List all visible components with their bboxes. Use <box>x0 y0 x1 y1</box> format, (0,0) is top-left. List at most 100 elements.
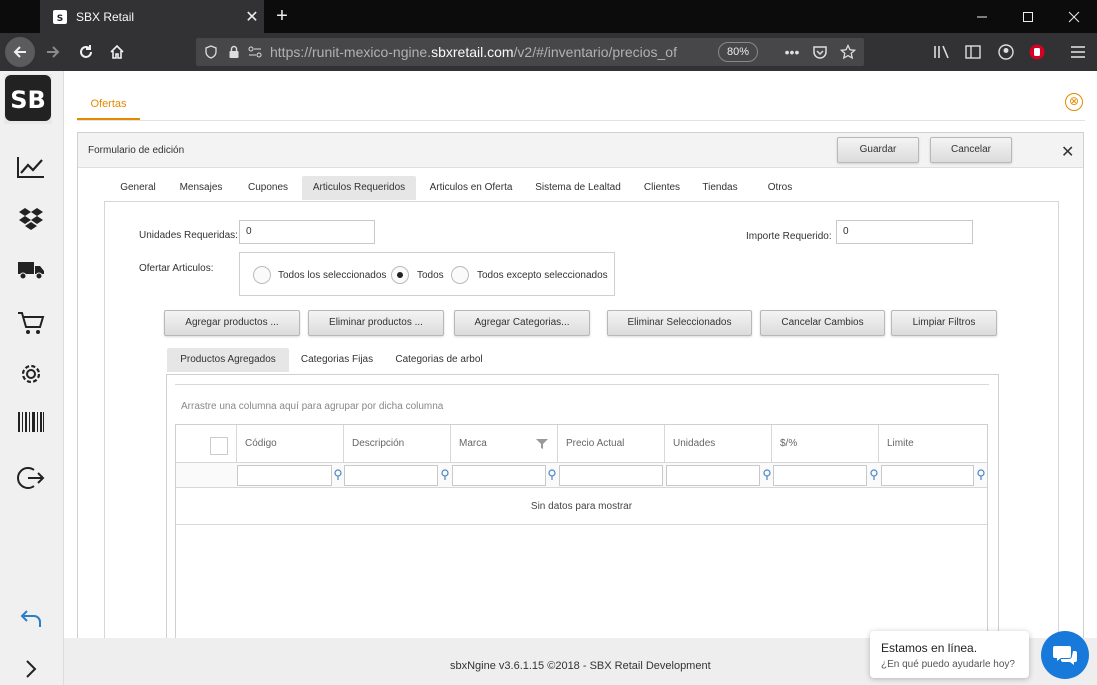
radio-all[interactable] <box>391 266 409 284</box>
subtab-categorias-fijas[interactable]: Categorias Fijas <box>297 348 377 372</box>
tab-articulos-oferta[interactable]: Articulos en Oferta <box>424 176 518 200</box>
settings-gear-icon[interactable] <box>15 358 47 390</box>
tab-articulos-requeridos[interactable]: Articulos Requeridos <box>302 176 416 200</box>
sbx-logo[interactable]: SB <box>4 74 52 124</box>
empty-grid-message: Sin datos para mostrar <box>176 488 987 525</box>
units-input[interactable]: 0 <box>239 220 375 244</box>
page-actions-icon[interactable]: ••• <box>782 42 802 62</box>
filter-input-unidades[interactable] <box>666 465 760 486</box>
subtab-categorias-arbol[interactable]: Categorias de arbol <box>389 348 489 372</box>
close-form-icon[interactable]: ✕ <box>1061 142 1074 162</box>
expand-chevron-icon[interactable] <box>15 653 47 685</box>
filter-input-precio-porcentaje[interactable] <box>773 465 867 486</box>
tab-clientes[interactable]: Clientes <box>638 176 686 200</box>
home-icon[interactable] <box>102 37 132 67</box>
edit-form-panel: Formulario de edición Guardar Cancelar ✕… <box>77 132 1084 654</box>
chat-button[interactable] <box>1041 631 1089 679</box>
column-header-unidades[interactable]: Unidades <box>665 425 772 462</box>
svg-text:SB: SB <box>10 86 46 114</box>
filter-input-precio-actual[interactable] <box>559 465 663 486</box>
logout-icon[interactable] <box>15 462 47 494</box>
pocket-icon[interactable] <box>810 42 830 62</box>
offer-label: Ofertar Articulos: <box>139 263 214 274</box>
bookmark-star-icon[interactable] <box>838 42 858 62</box>
filter-icon-descripcion[interactable] <box>441 469 449 481</box>
url-text[interactable]: https://runit-mexico-ngine.sbxretail.com… <box>270 44 710 60</box>
undo-arrow-icon[interactable] <box>15 603 47 635</box>
remove-products-button[interactable]: Eliminar productos ... <box>308 310 444 336</box>
filter-input-codigo[interactable] <box>237 465 332 486</box>
browser-tab[interactable]: S SBX Retail ✕ <box>40 0 264 33</box>
filter-icon-limite[interactable] <box>977 469 985 481</box>
minimize-icon[interactable] <box>959 0 1005 33</box>
column-filter-icon[interactable] <box>535 438 549 450</box>
filter-input-limite[interactable] <box>881 465 974 486</box>
add-products-button[interactable]: Agregar productos ... <box>164 310 300 336</box>
tab-sistema-lealtad[interactable]: Sistema de Lealtad <box>530 176 626 200</box>
column-header-precio-porcentaje[interactable]: $/% <box>772 425 879 462</box>
select-all-checkbox[interactable] <box>210 437 228 455</box>
shield-icon[interactable] <box>198 45 224 59</box>
maximize-icon[interactable] <box>1005 0 1051 33</box>
form-header: Formulario de edición Guardar Cancelar ✕ <box>78 133 1083 168</box>
radio-all-selected[interactable] <box>253 266 271 284</box>
shopping-cart-icon[interactable] <box>15 307 47 339</box>
chat-icon <box>1053 646 1077 665</box>
reload-icon[interactable] <box>71 37 101 67</box>
tab-tiendas[interactable]: Tiendas <box>696 176 744 200</box>
url-bar[interactable]: https://runit-mexico-ngine.sbxretail.com… <box>196 38 864 66</box>
tab-mensajes[interactable]: Mensajes <box>172 176 230 200</box>
library-icon[interactable] <box>932 42 952 62</box>
barcode-icon[interactable] <box>15 406 47 438</box>
lock-icon[interactable] <box>224 45 244 59</box>
units-label: Unidades Requeridas: <box>139 230 238 241</box>
extension-stop-icon[interactable] <box>1027 42 1047 62</box>
tab-cupones[interactable]: Cupones <box>239 176 297 200</box>
column-header-descripcion[interactable]: Descripción <box>344 425 451 462</box>
group-panel-hint[interactable]: Arrastre una columna aquí para agrupar p… <box>181 401 443 412</box>
clear-filters-button[interactable]: Limpiar Filtros <box>891 310 997 336</box>
filter-input-descripcion[interactable] <box>344 465 438 486</box>
radio-all-selected-label: Todos los seleccionados <box>278 270 387 281</box>
filter-icon-codigo[interactable] <box>334 469 342 481</box>
form-title: Formulario de edición <box>88 145 185 156</box>
column-header-precio-actual[interactable]: Precio Actual <box>558 425 665 462</box>
delivery-truck-icon[interactable] <box>15 254 47 286</box>
filter-icon-precio-porcentaje[interactable] <box>870 469 878 481</box>
filter-icon-marca[interactable] <box>548 469 556 481</box>
sidebar-toggle-icon[interactable] <box>963 42 983 62</box>
select-all-header <box>176 425 237 462</box>
column-header-marca-label: Marca <box>459 438 487 449</box>
tab-general[interactable]: General <box>114 176 162 200</box>
cancel-button[interactable]: Cancelar <box>930 137 1012 163</box>
forward-arrow-icon[interactable] <box>38 37 68 67</box>
amount-input[interactable]: 0 <box>836 220 973 244</box>
tab-close-icon[interactable]: ✕ <box>240 7 264 27</box>
remove-selected-button[interactable]: Eliminar Seleccionados <box>607 310 752 336</box>
column-header-limite[interactable]: Limite <box>879 425 987 462</box>
window-close-icon[interactable] <box>1051 0 1097 33</box>
chat-bubble[interactable]: Estamos en línea. ¿En qué puedo ayudarle… <box>870 631 1029 678</box>
tab-ofertas[interactable]: Ofertas <box>77 88 140 120</box>
new-tab-icon[interactable]: + <box>270 3 294 29</box>
analytics-chart-icon[interactable] <box>15 151 47 183</box>
radio-all-except[interactable] <box>451 266 469 284</box>
hamburger-menu-icon[interactable] <box>1068 42 1088 62</box>
zoom-level[interactable]: 80% <box>718 42 758 62</box>
close-page-icon[interactable]: ⊗ <box>1065 93 1083 111</box>
add-categories-button[interactable]: Agregar Categorias... <box>454 310 590 336</box>
column-header-codigo[interactable]: Código <box>237 425 344 462</box>
save-button[interactable]: Guardar <box>837 137 919 163</box>
filter-icon-unidades[interactable] <box>763 469 771 481</box>
browser-navbar: https://runit-mexico-ngine.sbxretail.com… <box>0 33 1097 71</box>
column-header-marca[interactable]: Marca <box>451 425 558 462</box>
offer-radio-group: Todos los seleccionados Todos Todos exce… <box>239 252 615 296</box>
filter-input-marca[interactable] <box>452 465 546 486</box>
back-arrow-icon[interactable] <box>5 37 35 67</box>
cancel-changes-button[interactable]: Cancelar Cambios <box>760 310 885 336</box>
account-icon[interactable] <box>996 42 1016 62</box>
tab-otros[interactable]: Otros <box>756 176 804 200</box>
dropbox-icon[interactable] <box>15 203 47 235</box>
permissions-icon[interactable] <box>244 46 266 58</box>
subtab-productos-agregados[interactable]: Productos Agregados <box>167 348 289 372</box>
